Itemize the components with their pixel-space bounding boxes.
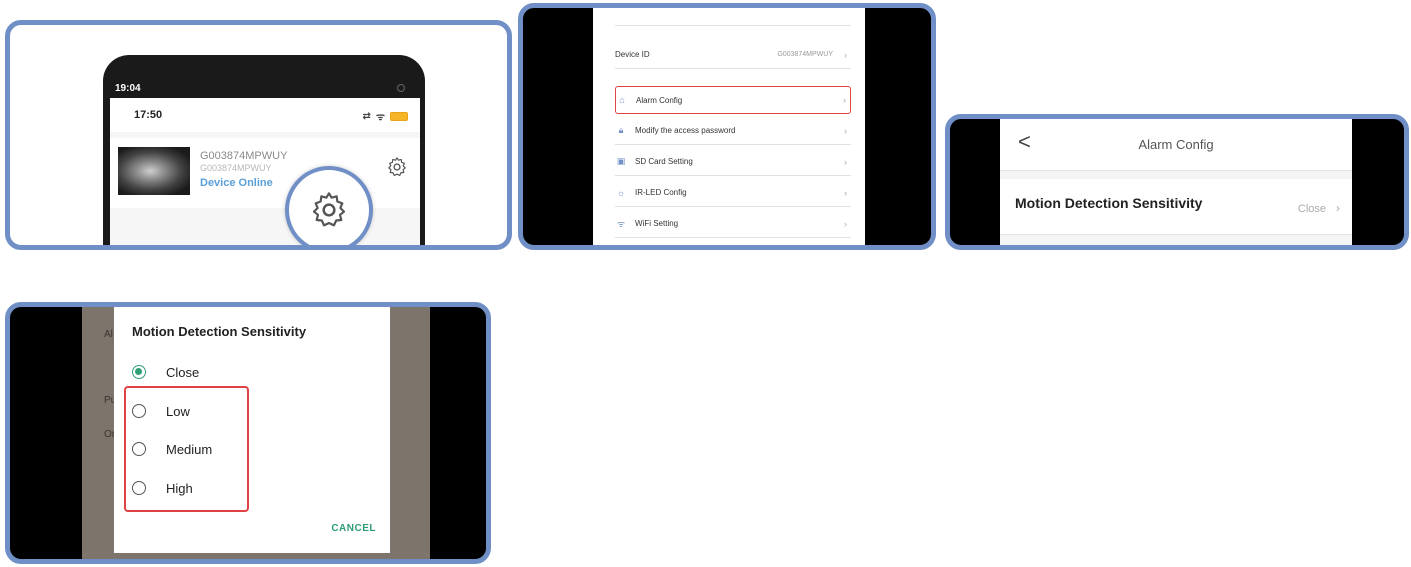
sensitivity-dialog: Motion Detection Sensitivity Close Low M… [114,307,390,553]
chevron-right-icon: › [844,218,847,229]
wifi-icon: ᯤ [616,219,626,229]
motion-sensitivity-value: Close [1297,203,1326,215]
radio-selected-icon[interactable] [132,365,146,379]
wifi-label: WiFi Setting [635,219,679,228]
chevron-right-icon: › [843,95,846,105]
motion-sensitivity-label: Motion Detection Sensitivity [1015,195,1203,211]
status-bar: 17:50 ⇄ ᯤ [110,98,420,132]
battery-icon [390,111,408,121]
wifi-icon: ᯤ [375,112,385,123]
sd-card-icon: ▣ [616,156,626,166]
step2-panel: Device ID G003874MPWUY › ⌂ Alarm Config … [518,3,936,250]
device-status: Device Online [200,177,273,189]
device-id: G003874MPWUY [200,163,272,173]
device-card[interactable]: G003874MPWUY G003874MPWUY Device Online [110,138,420,208]
option-close[interactable]: Close [132,362,199,382]
step3-panel: < Alarm Config Motion Detection Sensitiv… [945,114,1409,250]
lock-icon: 🔒︎ [618,125,624,135]
device-id-label: Device ID [615,50,650,59]
sd-card-row[interactable]: ▣ SD Card Setting › [615,148,851,176]
ir-led-row[interactable]: ☼ IR-LED Config › [615,179,851,207]
password-label: Modify the access password [635,126,736,135]
device-id-row: Device ID G003874MPWUY › [615,41,851,69]
ir-led-label: IR-LED Config [635,188,687,197]
background-text: Al [104,329,113,340]
bulb-icon: ☼ [616,187,626,198]
chevron-right-icon: › [844,156,847,167]
option-label: Close [166,364,200,380]
settings-magnifier [285,166,373,245]
device-id-value: G003874MPWUY [777,51,833,58]
alarm-config-row[interactable]: ⌂ Alarm Config › [615,86,851,114]
step4-panel: Al Pu On Motion Detection Sensitivity Cl… [5,302,491,564]
alarm-config-label: Alarm Config [636,95,683,105]
signal-icon: ⇄ [362,110,371,122]
chevron-right-icon: › [1336,201,1340,215]
settings-list: Device ID G003874MPWUY › ⌂ Alarm Config … [593,8,865,245]
dialog-title: Motion Detection Sensitivity [132,324,307,339]
camera-thumbnail[interactable] [118,147,190,195]
highlight-box [124,386,249,512]
list-item [615,8,851,26]
chevron-right-icon: › [844,49,847,60]
password-row[interactable]: 🔒︎ Modify the access password › [615,117,851,145]
sd-card-label: SD Card Setting [635,157,693,166]
cancel-button[interactable]: CANCEL [331,523,376,534]
gear-icon[interactable] [309,190,349,230]
outer-time: 19:04 [115,83,141,94]
device-name: G003874MPWUY [200,150,288,162]
outer-status-bar: 19:04 [109,80,419,98]
chevron-right-icon: › [844,187,847,198]
chevron-right-icon: › [844,125,847,136]
page-title: Alarm Config [1138,137,1214,152]
gear-icon[interactable] [386,156,408,178]
step1-panel: 19:04 17:50 ⇄ ᯤ G003874MPWUY G003874MPWU… [5,20,512,250]
motion-sensitivity-row[interactable]: Motion Detection Sensitivity Close › [1000,179,1352,235]
wifi-row[interactable]: ᯤ WiFi Setting › [615,210,851,238]
alarm-config-screen: < Alarm Config Motion Detection Sensitiv… [1000,119,1352,245]
status-time: 17:50 [134,109,163,121]
alarm-icon: ⌂ [619,95,625,105]
header: < Alarm Config [1000,119,1352,171]
camera-icon [397,84,405,92]
app-screen: 17:50 ⇄ ᯤ G003874MPWUY G003874MPWUY Devi… [110,98,420,245]
